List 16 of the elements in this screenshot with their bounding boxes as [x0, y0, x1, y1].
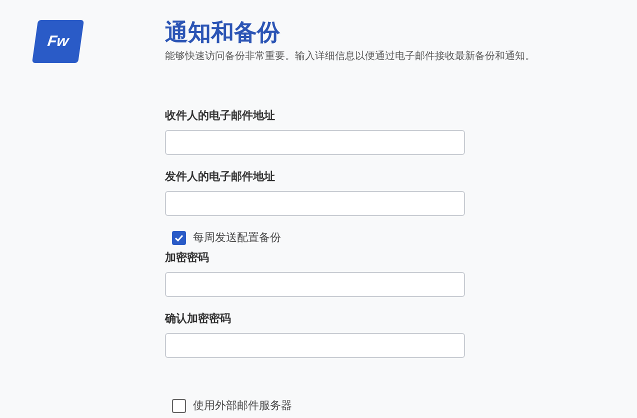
checkbox-label: 使用外部邮件服务器: [193, 398, 292, 414]
field-label: 收件人的电子邮件地址: [165, 108, 276, 124]
input-field[interactable]: [165, 191, 465, 216]
field-label: 加密密码: [165, 250, 210, 266]
field-label: 确认加密密码: [165, 311, 232, 327]
checkbox-label: 每周发送配置备份: [193, 230, 281, 246]
page-title: 通知和备份: [165, 19, 281, 48]
app-logo: Fw: [32, 20, 84, 63]
page-description: 能够快速访问备份非常重要。输入详细信息以便通过电子邮件接收最新备份和通知。: [165, 50, 536, 64]
checkbox[interactable]: [172, 399, 186, 413]
input-field[interactable]: [165, 272, 465, 297]
field-label: 发件人的电子邮件地址: [165, 169, 276, 185]
input-field[interactable]: [165, 130, 465, 155]
checkbox[interactable]: [172, 231, 186, 245]
checkmark-icon: [174, 233, 184, 243]
input-field[interactable]: [165, 333, 465, 358]
